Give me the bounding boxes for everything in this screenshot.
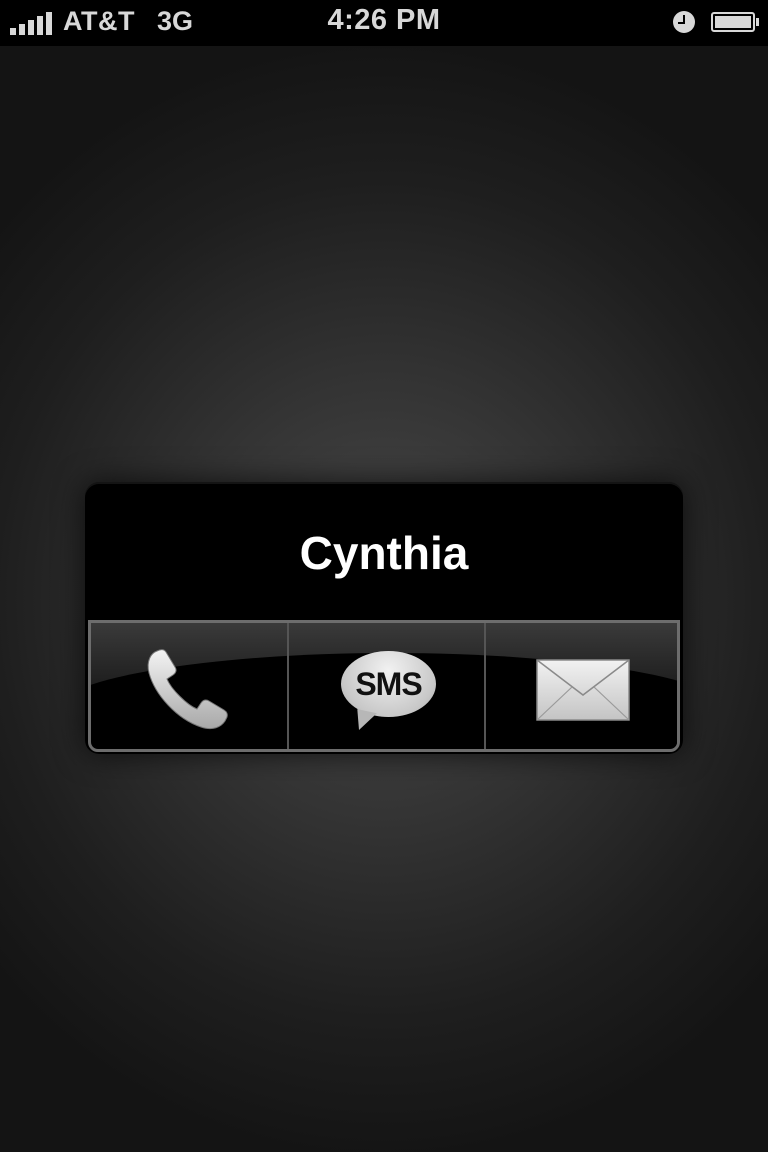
sms-label: SMS <box>355 666 422 702</box>
sms-button[interactable]: SMS <box>287 623 484 749</box>
envelope-icon <box>536 659 630 721</box>
call-button[interactable] <box>91 623 287 749</box>
clock-icon <box>673 11 695 33</box>
status-bar: AT&T 3G 4:26 PM <box>0 0 768 46</box>
battery-icon <box>711 12 759 32</box>
sms-icon: SMS <box>341 651 436 717</box>
lock-screen: AT&T 3G 4:26 PM Cynthia SMS <box>0 0 768 1152</box>
contact-action-bar: SMS <box>88 620 680 752</box>
status-time: 4:26 PM <box>327 4 441 36</box>
phone-icon <box>147 649 228 730</box>
email-button[interactable] <box>484 623 677 749</box>
contact-name: Cynthia <box>299 527 469 579</box>
